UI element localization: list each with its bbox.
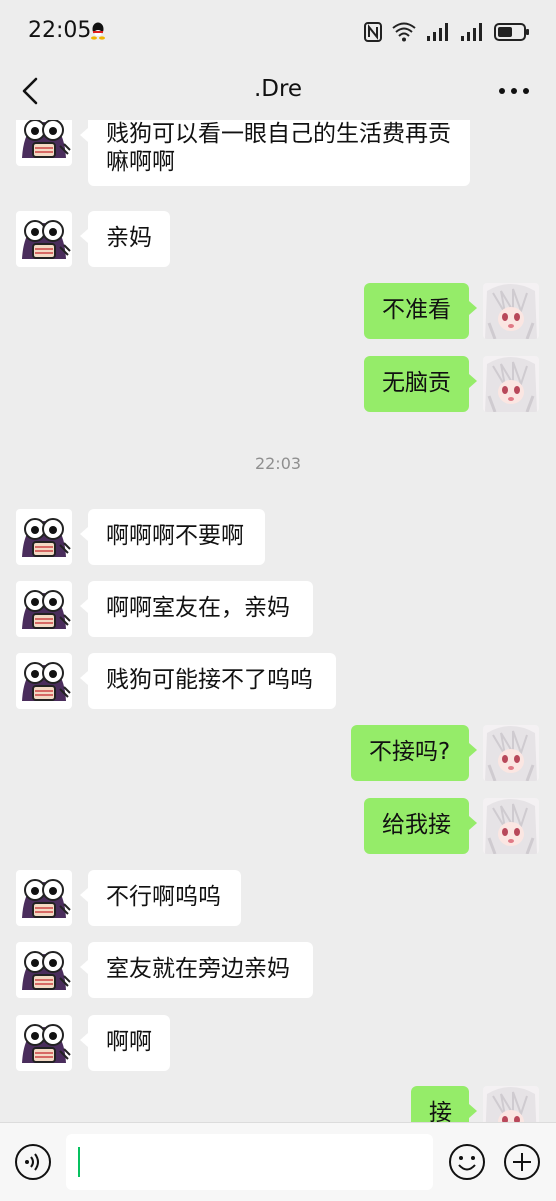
message-text: 啊啊啊不要啊 (106, 523, 244, 549)
voice-icon[interactable] (14, 1143, 52, 1181)
message-bubble[interactable]: 不行啊呜呜 (80, 870, 241, 926)
my-avatar[interactable] (483, 1086, 539, 1122)
contact-avatar[interactable] (16, 942, 72, 998)
message-text: 贱狗可能接不了呜呜 (106, 667, 313, 693)
message-list[interactable]: 贱狗可以看一眼自己的生活费再贡 嘛啊啊 亲妈 不准看 无脑贡 22:03 啊啊啊不要啊 啊啊室… (0, 120, 556, 1122)
my-avatar[interactable] (483, 283, 539, 339)
message-bubble[interactable]: 无脑贡 (364, 356, 477, 412)
plus-circle-icon[interactable] (503, 1143, 541, 1181)
qq-icon (91, 22, 105, 40)
received-message[interactable]: 亲妈 (0, 211, 556, 267)
sent-message[interactable]: 不接吗? (0, 725, 556, 781)
message-text: 亲妈 (106, 225, 152, 251)
received-message[interactable]: 室友就在旁边亲妈 (0, 942, 556, 998)
contact-avatar[interactable] (16, 653, 72, 709)
sent-message[interactable]: 不准看 (0, 283, 556, 339)
sent-message[interactable]: 接 (0, 1086, 556, 1122)
message-bubble[interactable]: 不准看 (364, 283, 477, 339)
status-bar: 22:05 (0, 0, 556, 62)
message-text: 啊啊室友在，亲妈 (106, 595, 290, 621)
received-message[interactable]: 啊啊室友在，亲妈 (0, 581, 556, 637)
nfc-icon (364, 22, 382, 42)
received-message[interactable]: 贱狗可以看一眼自己的生活费再贡 嘛啊啊 (0, 120, 556, 186)
received-message[interactable]: 啊啊 (0, 1015, 556, 1071)
sent-message[interactable]: 给我接 (0, 798, 556, 854)
message-bubble[interactable]: 不接吗? (351, 725, 477, 781)
message-bubble[interactable]: 室友就在旁边亲妈 (80, 942, 313, 998)
message-text: 接 (429, 1100, 452, 1122)
contact-avatar[interactable] (16, 581, 72, 637)
message-text: 给我接 (382, 812, 451, 838)
message-text: 嘛啊啊 (106, 149, 175, 175)
received-message[interactable]: 不行啊呜呜 (0, 870, 556, 926)
contact-avatar[interactable] (16, 870, 72, 926)
battery-icon (494, 23, 529, 41)
my-avatar[interactable] (483, 356, 539, 412)
more-dots-icon[interactable] (494, 76, 534, 106)
message-text: 不行啊呜呜 (106, 884, 221, 910)
message-text: 不准看 (382, 297, 451, 323)
received-message[interactable]: 贱狗可能接不了呜呜 (0, 653, 556, 709)
message-bubble[interactable]: 啊啊室友在，亲妈 (80, 581, 313, 637)
contact-avatar[interactable] (16, 120, 72, 166)
message-text: 不接吗? (369, 739, 451, 765)
input-bar (0, 1122, 556, 1201)
message-text: 贱狗可以看一眼自己的生活费再贡 (106, 121, 451, 147)
chat-title: .Dre (253, 76, 303, 102)
text-caret (78, 1147, 80, 1177)
emoji-icon[interactable] (448, 1143, 486, 1181)
my-avatar[interactable] (483, 725, 539, 781)
received-message[interactable]: 啊啊啊不要啊 (0, 509, 556, 565)
contact-avatar[interactable] (16, 211, 72, 267)
message-text: 无脑贡 (382, 370, 451, 396)
chat-header: .Dre (0, 62, 556, 120)
sent-message[interactable]: 无脑贡 (0, 356, 556, 412)
chat-timestamp: 22:03 (254, 454, 302, 473)
message-bubble[interactable]: 接 (411, 1086, 477, 1122)
message-bubble[interactable]: 啊啊 (80, 1015, 170, 1071)
message-bubble[interactable]: 啊啊啊不要啊 (80, 509, 265, 565)
my-avatar[interactable] (483, 798, 539, 854)
contact-avatar[interactable] (16, 509, 72, 565)
signal-icon (461, 23, 482, 41)
message-bubble[interactable]: 亲妈 (80, 211, 170, 267)
message-text: 室友就在旁边亲妈 (106, 956, 290, 982)
message-bubble[interactable]: 贱狗可以看一眼自己的生活费再贡 嘛啊啊 (80, 120, 470, 186)
status-icons (364, 20, 530, 44)
message-bubble[interactable]: 贱狗可能接不了呜呜 (80, 653, 336, 709)
status-time: 22:05 (28, 18, 92, 43)
signal-icon (427, 23, 448, 41)
message-bubble[interactable]: 给我接 (364, 798, 477, 854)
message-input[interactable] (66, 1134, 433, 1190)
contact-avatar[interactable] (16, 1015, 72, 1071)
message-text: 啊啊 (106, 1029, 152, 1055)
wifi-icon (392, 22, 416, 42)
